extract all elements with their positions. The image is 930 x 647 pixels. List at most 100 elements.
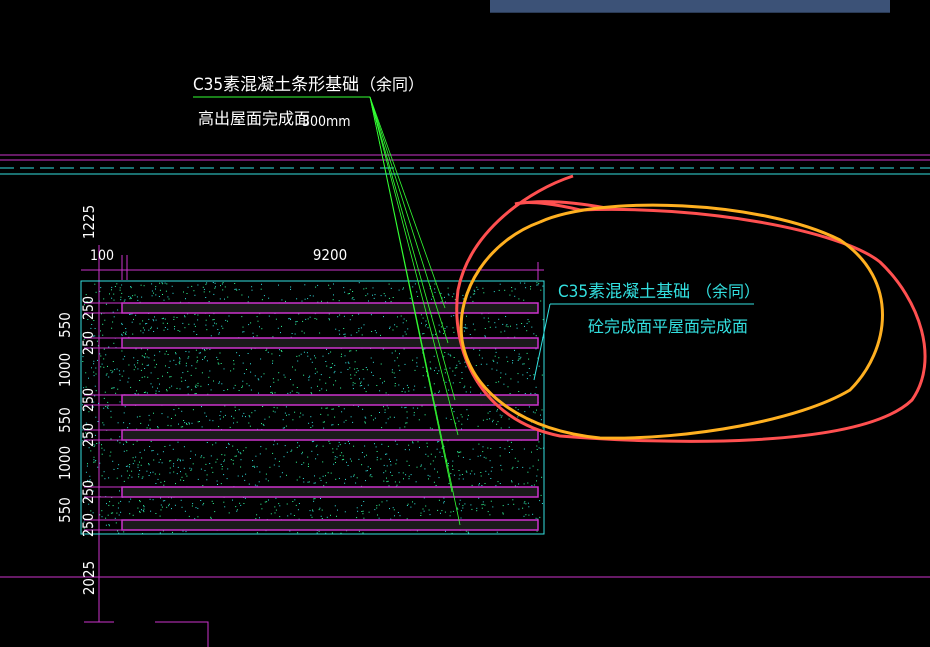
- hatch-dot: [248, 296, 249, 298]
- hatch-dot: [433, 383, 435, 385]
- hatch-dot: [398, 472, 400, 474]
- hatch-dot: [117, 422, 119, 424]
- hatch-dot: [332, 408, 334, 410]
- hatch-dot: [420, 515, 422, 516]
- hatch-dot: [203, 288, 205, 290]
- hatch-dot: [320, 515, 322, 517]
- hatch-dot: [178, 362, 180, 364]
- hatch-dot: [315, 446, 317, 448]
- hatch-dot: [371, 331, 373, 332]
- hatch-dot: [361, 452, 363, 453]
- hatch-dot: [338, 477, 340, 479]
- hatch-dot: [320, 479, 322, 481]
- hatch-dot: [283, 374, 285, 376]
- cad-drawing-canvas[interactable]: 9200 100 1225 2025 250250250250250250550…: [0, 0, 930, 647]
- hatch-dot: [339, 333, 341, 335]
- dimension-top: 1225: [80, 205, 98, 239]
- hatch-dot: [479, 349, 481, 351]
- hatch-dot: [136, 416, 138, 418]
- hatch-dot: [343, 315, 345, 317]
- hatch-dot: [439, 331, 441, 333]
- hatch-dot: [236, 510, 238, 512]
- hatch-dot: [376, 459, 378, 461]
- hatch-dot: [197, 314, 199, 316]
- hatch-dot: [129, 466, 130, 468]
- hatch-dot: [402, 288, 404, 290]
- hatch-dot: [347, 293, 349, 295]
- hatch-dot: [359, 385, 361, 387]
- hatch-dot: [392, 329, 394, 331]
- hatch-dot: [332, 424, 334, 426]
- hatch-dot: [536, 449, 538, 450]
- hatch-dot: [375, 446, 377, 448]
- hatch-dot: [361, 464, 363, 466]
- hatch-dot: [176, 473, 178, 475]
- hatch-dot: [459, 451, 460, 453]
- hatch-dot: [151, 450, 153, 452]
- hatch-dot: [208, 301, 210, 302]
- hatch-dot: [451, 407, 453, 409]
- hatch-dot: [432, 460, 434, 462]
- hatch-dot: [263, 373, 265, 375]
- hatch-dot: [405, 333, 407, 335]
- hatch-dot: [98, 442, 100, 444]
- hatch-dot: [243, 373, 245, 375]
- hatch-dot: [513, 503, 515, 505]
- hatch-dot: [307, 466, 309, 467]
- hatch-dot: [148, 464, 150, 466]
- hatch-dot: [163, 317, 164, 319]
- hatch-dot: [499, 455, 501, 457]
- hatch-dot: [447, 293, 449, 295]
- hatch-dot: [393, 509, 395, 511]
- hatch-dot: [136, 390, 137, 392]
- hatch-dot: [328, 353, 330, 355]
- hatch-dot: [195, 454, 196, 456]
- hatch-dot: [412, 286, 414, 288]
- hatch-dot: [357, 370, 359, 372]
- hatch-dot: [205, 319, 207, 321]
- hatch-dot: [418, 419, 420, 421]
- hatch-dot: [128, 296, 130, 297]
- hatch-dot: [364, 456, 365, 458]
- hatch-dot: [126, 450, 128, 452]
- hatch-dot: [195, 384, 197, 386]
- hatch-dot: [508, 426, 510, 428]
- hatch-dot: [413, 414, 415, 416]
- hatch-dot: [329, 319, 330, 321]
- hatch-dot: [345, 362, 347, 364]
- hatch-dot: [461, 474, 463, 475]
- hatch-dot: [156, 363, 157, 365]
- hatch-dot: [232, 459, 234, 461]
- hatch-dot: [357, 510, 359, 512]
- hatch-dot: [292, 419, 294, 421]
- hatch-dot: [174, 328, 175, 330]
- hatch-dot: [237, 475, 239, 477]
- hatch-dot: [121, 292, 123, 294]
- hatch-dot: [127, 381, 129, 383]
- hatch-dot: [429, 475, 431, 477]
- hatch-dot: [324, 421, 325, 423]
- hatch-dot: [130, 286, 132, 287]
- hatch-dot: [217, 484, 218, 485]
- hatch-dot: [233, 363, 235, 365]
- hatch-dot: [212, 503, 214, 504]
- hatch-dot: [296, 391, 298, 393]
- hatch-dot: [132, 457, 134, 459]
- hatch-dot: [135, 366, 136, 368]
- hatch-dot: [256, 335, 258, 337]
- hatch-dot: [234, 283, 236, 284]
- hatch-dot: [461, 416, 463, 418]
- hatch-dot: [104, 391, 106, 393]
- hatch-dot: [245, 447, 247, 449]
- hatch-dot: [420, 512, 422, 514]
- hatch-dot: [313, 482, 315, 484]
- hatch-dot: [405, 406, 407, 408]
- hatch-dot: [139, 510, 141, 512]
- hatch-dot: [371, 371, 372, 373]
- hatch-dot: [322, 475, 324, 477]
- hatch-dot: [98, 335, 100, 337]
- hatch-dot: [518, 483, 520, 485]
- hatch-dot: [129, 313, 131, 315]
- hatch-dot: [209, 315, 210, 317]
- hatch-dot: [459, 499, 461, 501]
